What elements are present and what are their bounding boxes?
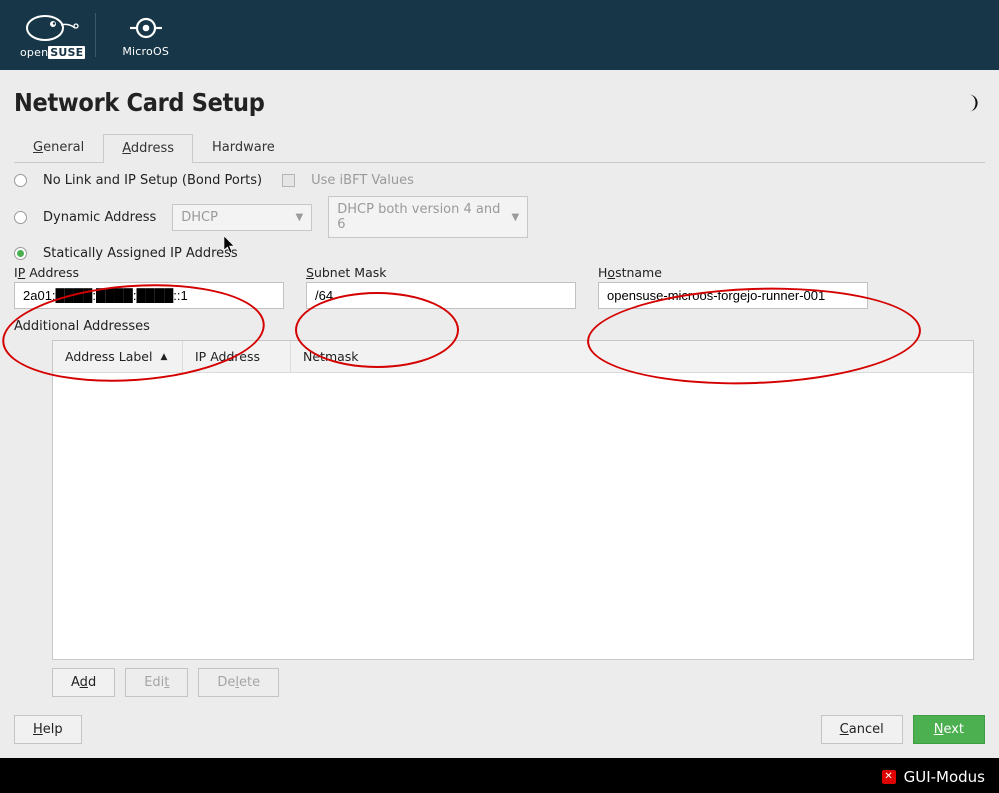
input-ip[interactable]	[14, 282, 284, 309]
label-no-link: No Link and IP Setup (Bond Ports)	[43, 173, 262, 188]
label-additional-addresses: Additional Addresses	[14, 319, 985, 334]
status-indicator-icon: ✕	[882, 770, 896, 784]
tab-general[interactable]: General	[14, 133, 103, 162]
button-add[interactable]: Add	[52, 668, 115, 697]
page-title: Network Card Setup	[14, 88, 985, 117]
table-additional-addresses: Address Label▲ IP Address Netmask	[52, 340, 974, 660]
sort-asc-icon: ▲	[160, 352, 167, 362]
radio-no-link[interactable]	[14, 174, 27, 187]
col-netmask[interactable]: Netmask	[291, 341, 387, 372]
button-delete: Delete	[198, 668, 279, 697]
col-ip-address[interactable]: IP Address	[183, 341, 291, 372]
table-header: Address Label▲ IP Address Netmask	[53, 341, 973, 373]
status-bar: ✕ GUI-Modus	[0, 760, 999, 793]
combo-dhcp-version: DHCP both version 4 and 6▼	[328, 196, 528, 238]
status-text: GUI-Modus	[904, 768, 985, 786]
field-ip: IP Address	[14, 265, 284, 309]
col-address-label[interactable]: Address Label▲	[53, 341, 183, 372]
button-edit: Edit	[125, 668, 188, 697]
tab-address[interactable]: Address	[103, 134, 193, 163]
radio-dynamic[interactable]	[14, 211, 27, 224]
header-separator	[95, 13, 96, 57]
label-ip: IP Address	[14, 265, 284, 280]
button-next[interactable]: Next	[913, 715, 985, 744]
label-hostname: Hostname	[598, 265, 868, 280]
top-bar: openSUSE MicroOS	[0, 0, 999, 70]
label-ibft: Use iBFT Values	[311, 173, 414, 188]
input-subnet[interactable]	[306, 282, 576, 309]
microos-logo: MicroOS	[122, 13, 169, 58]
combo-dhcp: DHCP▼	[172, 204, 312, 231]
tab-bar: General Address Hardware	[14, 133, 985, 163]
label-subnet: Subnet Mask	[306, 265, 576, 280]
field-subnet: Subnet Mask	[306, 265, 576, 309]
opensuse-logo: openSUSE	[20, 12, 85, 59]
radio-static[interactable]	[14, 247, 27, 260]
chevron-down-icon: ▼	[296, 212, 304, 223]
dark-mode-icon[interactable]	[965, 94, 979, 116]
opensuse-label: openSUSE	[20, 46, 85, 59]
button-cancel[interactable]: Cancel	[821, 715, 903, 744]
label-static: Statically Assigned IP Address	[43, 246, 238, 261]
checkbox-ibft	[282, 174, 295, 187]
microos-label: MicroOS	[122, 45, 169, 58]
field-hostname: Hostname	[598, 265, 868, 309]
tab-hardware[interactable]: Hardware	[193, 133, 294, 162]
button-help[interactable]: Help	[14, 715, 82, 744]
input-hostname[interactable]	[598, 282, 868, 309]
chevron-down-icon: ▼	[512, 212, 520, 223]
content-area: Network Card Setup General Address Hardw…	[0, 70, 999, 758]
label-dynamic: Dynamic Address	[43, 210, 156, 225]
